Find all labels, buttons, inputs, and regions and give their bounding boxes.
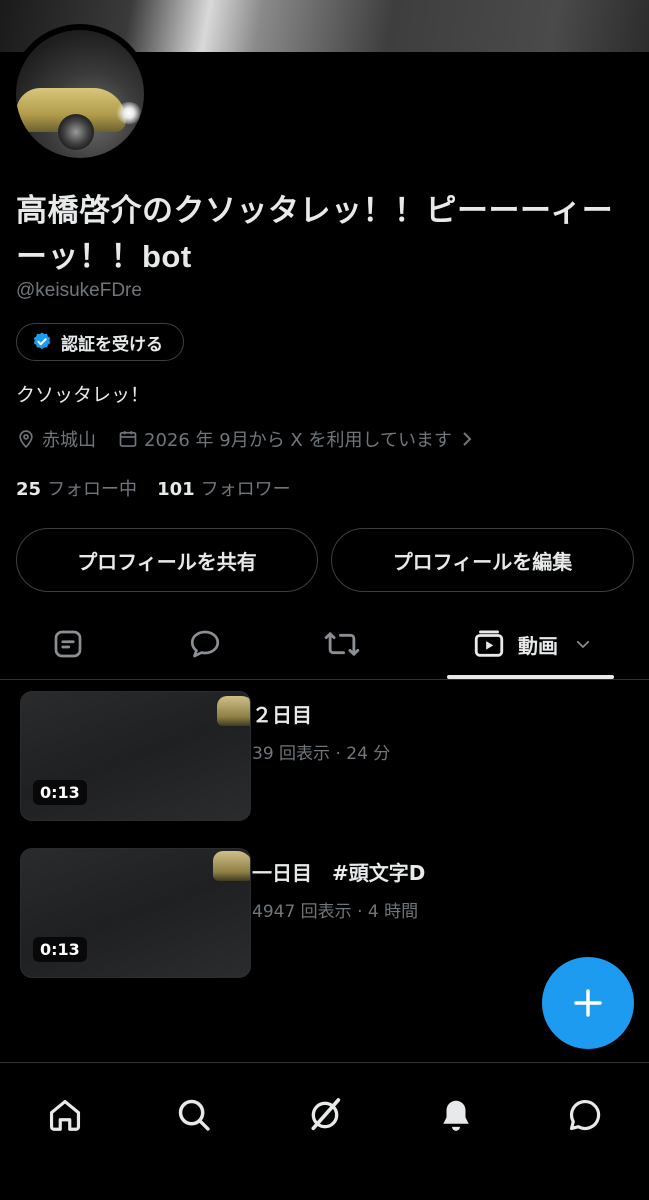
location-icon <box>16 429 36 449</box>
video-title[interactable]: 一日目 #頭文字D <box>252 857 425 886</box>
tab-video[interactable]: 動画 <box>450 610 614 678</box>
get-verified-label: 認証を受ける <box>61 334 163 355</box>
display-name: 高橋啓介のクソッタレッ！！ピーーーィーーッ！！bot <box>16 193 614 274</box>
tab-replies[interactable] <box>165 610 245 678</box>
tabs-divider <box>0 679 649 680</box>
following-link[interactable]: 25 フォロー中 <box>16 475 137 501</box>
tab-video-label: 動画 <box>518 633 558 658</box>
messages-icon <box>569 1099 601 1131</box>
compose-button[interactable] <box>542 957 634 1049</box>
edit-profile-button[interactable]: プロフィールを編集 <box>331 528 634 592</box>
home-icon <box>49 1099 81 1131</box>
replies-icon <box>190 630 220 658</box>
bio: クソッタレッ！ <box>16 384 150 406</box>
followers-label: フォロワー <box>200 479 291 500</box>
joined-date[interactable]: 2026 年 9月から X を利用しています <box>144 426 452 452</box>
avatar-image <box>16 30 144 158</box>
following-count: 25 <box>16 479 42 500</box>
video-title[interactable]: ２日目 <box>252 699 312 728</box>
posts-icon <box>54 630 82 658</box>
profile-meta: 赤城山 2026 年 9月から X を利用しています <box>16 426 480 452</box>
share-profile-button[interactable]: プロフィールを共有 <box>16 528 318 592</box>
nav-home[interactable] <box>35 1085 95 1145</box>
video-icon <box>474 630 504 657</box>
location-text: 赤城山 <box>42 430 96 451</box>
tab-posts[interactable] <box>28 610 108 678</box>
bottom-nav <box>0 1063 649 1200</box>
user-handle: @keisukeFDre <box>16 280 142 301</box>
video-thumbnail[interactable]: 0:13 <box>20 691 251 821</box>
nav-notifications[interactable] <box>426 1085 486 1145</box>
video-duration: 0:13 <box>33 780 87 805</box>
followers-count: 101 <box>157 479 195 500</box>
notifications-icon <box>443 1100 469 1131</box>
tab-reposts[interactable] <box>302 610 382 678</box>
verified-badge-icon <box>33 332 51 350</box>
video-thumbnail[interactable]: 0:13 <box>20 848 251 978</box>
avatar[interactable] <box>10 24 150 164</box>
followers-link[interactable]: 101 フォロワー <box>157 475 291 501</box>
video-duration: 0:13 <box>33 937 87 962</box>
grok-icon <box>311 1098 341 1131</box>
search-icon <box>178 1099 210 1131</box>
plus-icon <box>574 989 602 1017</box>
profile-tabs: 動画 <box>0 610 649 678</box>
video-stats: 39 回表示 · 24 分 <box>252 744 391 764</box>
reposts-icon <box>324 632 360 656</box>
nav-grok[interactable] <box>295 1085 355 1145</box>
following-label: フォロー中 <box>47 479 138 500</box>
nav-search[interactable] <box>164 1085 224 1145</box>
calendar-icon <box>118 429 138 449</box>
chevron-down-icon[interactable] <box>574 635 592 653</box>
video-stats: 4947 回表示 · 4 時間 <box>252 902 419 922</box>
get-verified-button[interactable]: 認証を受ける <box>16 323 184 361</box>
nav-messages[interactable] <box>555 1085 615 1145</box>
chevron-right-icon[interactable] <box>460 431 474 447</box>
follow-stats: 25 フォロー中 101 フォロワー <box>16 475 311 501</box>
